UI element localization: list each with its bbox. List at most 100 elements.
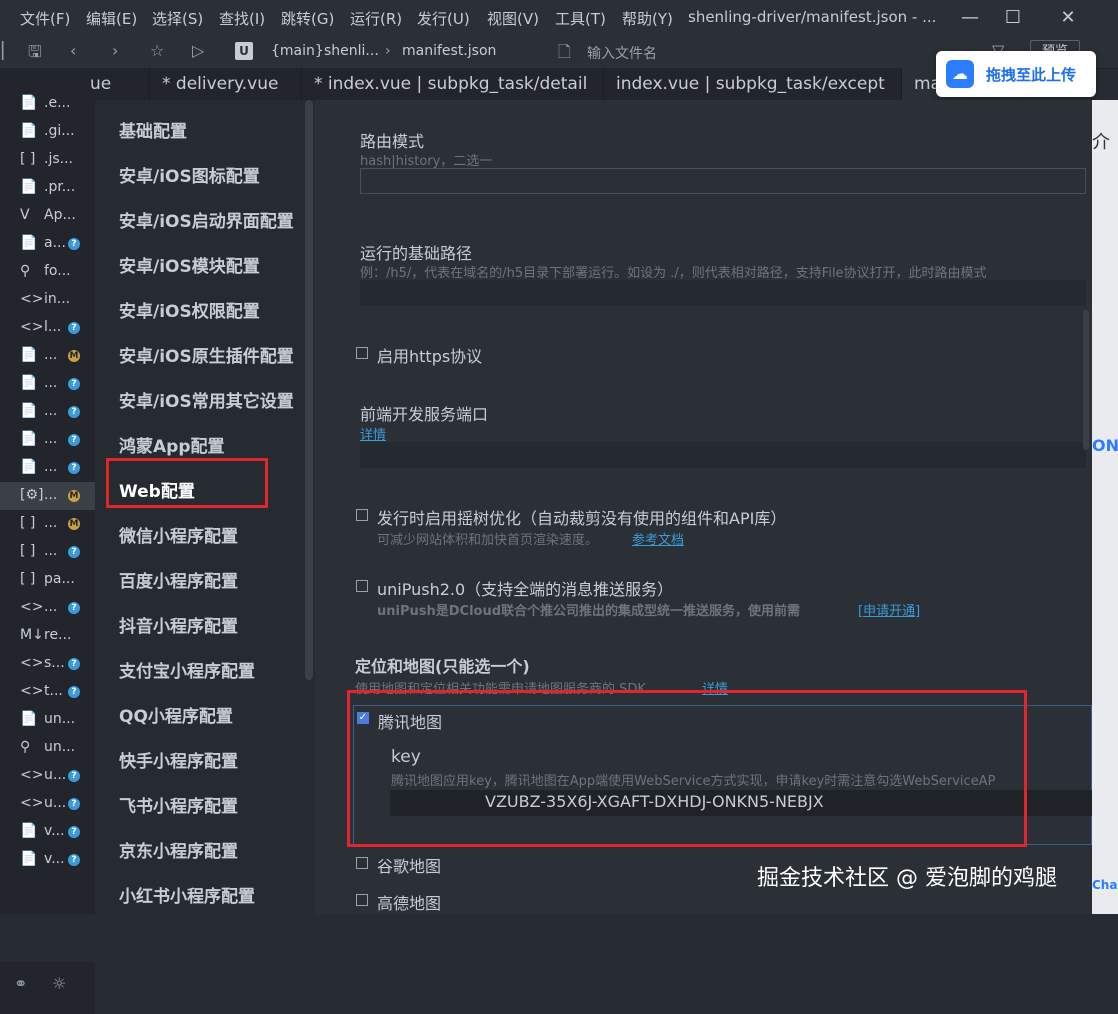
amap-checkbox[interactable] xyxy=(356,894,368,906)
menu-goto[interactable]: 跳转(G) xyxy=(281,8,334,29)
menu-file[interactable]: 文件(F) xyxy=(20,8,70,29)
menu-view[interactable]: 视图(V) xyxy=(487,8,539,29)
file-item[interactable]: V Ap... xyxy=(0,202,95,230)
file-item[interactable]: <> in... xyxy=(0,286,95,314)
base-path-input[interactable] xyxy=(360,280,1086,306)
file-item[interactable]: <> t...? xyxy=(0,678,95,706)
file-item[interactable]: 📄...? xyxy=(0,398,95,426)
code-icon: <> xyxy=(20,319,44,335)
minimize-icon[interactable]: — xyxy=(950,4,990,32)
https-label: 启用https协议 xyxy=(377,347,483,366)
menu-edit[interactable]: 编辑(E) xyxy=(86,8,137,29)
main-scrollbar[interactable] xyxy=(1083,310,1089,450)
file-icon: 📄 xyxy=(20,711,38,727)
file-item-active[interactable]: [⚙]... M xyxy=(0,482,95,510)
back-icon[interactable]: ‹ xyxy=(70,41,76,60)
nav-modules-config[interactable]: 安卓/iOS模块配置 xyxy=(119,252,260,277)
nav-splash-config[interactable]: 安卓/iOS启动界面配置 xyxy=(119,207,294,232)
file-item[interactable]: [ ] .js... xyxy=(0,146,95,174)
menu-help[interactable]: 帮助(Y) xyxy=(622,8,673,29)
file-icon: 📄 xyxy=(20,179,38,195)
file-item[interactable]: <> u...? xyxy=(0,762,95,790)
file-search-icon[interactable]: 🗋 xyxy=(558,41,571,68)
file-item[interactable]: 📄...? xyxy=(0,370,95,398)
nav-other-settings[interactable]: 安卓/iOS常用其它设置 xyxy=(119,387,294,412)
dev-port-link[interactable]: 详情 xyxy=(360,424,386,443)
file-item[interactable]: [ ]...? xyxy=(0,538,95,566)
file-item[interactable]: <> l...? xyxy=(0,314,95,342)
file-item[interactable]: [ ] pa... xyxy=(0,566,95,594)
tab-delivery[interactable]: * delivery.vue xyxy=(150,68,302,100)
nav-icon-config[interactable]: 安卓/iOS图标配置 xyxy=(119,162,260,187)
tab-except[interactable]: index.vue | subpkg_task/except xyxy=(604,68,902,100)
nav-native-plugins[interactable]: 安卓/iOS原生插件配置 xyxy=(119,342,294,367)
bug-icon[interactable]: ☼ xyxy=(52,974,66,993)
nav-baidu[interactable]: 百度小程序配置 xyxy=(119,567,238,592)
nav-scrollbar[interactable] xyxy=(305,100,313,680)
menu-select[interactable]: 选择(S) xyxy=(152,8,203,29)
binoculars-icon[interactable]: ⚭ xyxy=(14,974,27,993)
nav-jd[interactable]: 京东小程序配置 xyxy=(119,837,238,862)
file-name: t... xyxy=(44,683,63,699)
panel-icon[interactable]: ▏ xyxy=(2,41,14,60)
nav-kuaishou[interactable]: 快手小程序配置 xyxy=(119,747,238,772)
nav-douyin[interactable]: 抖音小程序配置 xyxy=(119,612,238,637)
file-name: v... xyxy=(44,851,65,867)
router-mode-desc: hash|history，二选一 xyxy=(360,154,493,169)
nav-permissions-config[interactable]: 安卓/iOS权限配置 xyxy=(119,297,260,322)
dev-port-input[interactable] xyxy=(360,442,1086,468)
https-checkbox[interactable] xyxy=(356,347,368,359)
unipush-apply-link[interactable]: [申请开通] xyxy=(858,600,920,619)
branch-label[interactable]: {main} xyxy=(271,43,324,59)
file-breadcrumb[interactable]: manifest.json xyxy=(402,43,496,59)
file-item[interactable]: 📄...? xyxy=(0,426,95,454)
file-item[interactable]: 📄...? xyxy=(0,454,95,482)
nav-basic[interactable]: 基础配置 xyxy=(119,117,187,142)
file-item[interactable]: ⚲ fo... xyxy=(0,258,95,286)
file-name: .js... xyxy=(44,151,73,167)
file-item[interactable]: [ ]... M xyxy=(0,510,95,538)
run-icon[interactable]: ▷ xyxy=(192,41,204,60)
file-name: pa... xyxy=(44,571,75,587)
nav-feishu[interactable]: 飞书小程序配置 xyxy=(119,792,238,817)
file-item[interactable]: 📄 .pr... xyxy=(0,174,95,202)
tree-shaking-checkbox[interactable] xyxy=(356,509,368,521)
file-item[interactable]: 📄 v...? xyxy=(0,818,95,846)
file-item[interactable]: 📄 .e... xyxy=(0,90,95,118)
file-item[interactable]: 📄 .gi... xyxy=(0,118,95,146)
file-item[interactable]: <> s...? xyxy=(0,650,95,678)
forward-icon[interactable]: › xyxy=(112,41,118,60)
tab-detail[interactable]: * index.vue | subpkg_task/detail xyxy=(302,68,604,100)
file-item[interactable]: ⚲ un... xyxy=(0,734,95,762)
menu-run[interactable]: 运行(R) xyxy=(350,8,402,29)
nav-weixin[interactable]: 微信小程序配置 xyxy=(119,522,238,547)
router-mode-label: 路由模式 xyxy=(360,132,425,151)
file-item[interactable]: 📄 a...? xyxy=(0,230,95,258)
menu-find[interactable]: 查找(I) xyxy=(219,8,265,29)
tree-shaking-doc-link[interactable]: 参考文档 xyxy=(632,529,684,548)
maximize-icon[interactable]: ☐ xyxy=(993,4,1033,32)
nav-harmony[interactable]: 鸿蒙App配置 xyxy=(119,432,225,457)
file-item[interactable]: M↓ re... xyxy=(0,622,95,650)
star-icon[interactable]: ☆ xyxy=(150,41,164,60)
project-breadcrumb[interactable]: shenli... xyxy=(324,43,379,59)
menu-release[interactable]: 发行(U) xyxy=(417,8,470,29)
nav-qq[interactable]: QQ小程序配置 xyxy=(119,702,233,727)
save-icon[interactable]: 🖫 xyxy=(28,41,42,68)
file-icon: 📄 xyxy=(20,95,38,111)
file-item[interactable]: <> u...? xyxy=(0,790,95,818)
file-search-input[interactable]: 输入文件名 xyxy=(587,43,657,63)
close-icon[interactable]: ✕ xyxy=(1048,4,1088,32)
upload-drop-widget[interactable]: ☁ 拖拽至此上传 xyxy=(936,51,1096,97)
file-item[interactable]: 📄... M xyxy=(0,342,95,370)
file-item[interactable]: 📄 v...? xyxy=(0,846,95,874)
menu-tools[interactable]: 工具(T) xyxy=(555,8,606,29)
nav-alipay[interactable]: 支付宝小程序配置 xyxy=(119,657,255,682)
nav-xiaohongshu[interactable]: 小红书小程序配置 xyxy=(119,882,255,907)
file-name: ... xyxy=(44,459,58,475)
router-mode-input[interactable] xyxy=(360,168,1086,194)
file-item[interactable]: <>...? xyxy=(0,594,95,622)
google-map-checkbox[interactable] xyxy=(356,857,368,869)
file-item[interactable]: 📄 un... xyxy=(0,706,95,734)
unipush-checkbox[interactable] xyxy=(356,580,368,592)
